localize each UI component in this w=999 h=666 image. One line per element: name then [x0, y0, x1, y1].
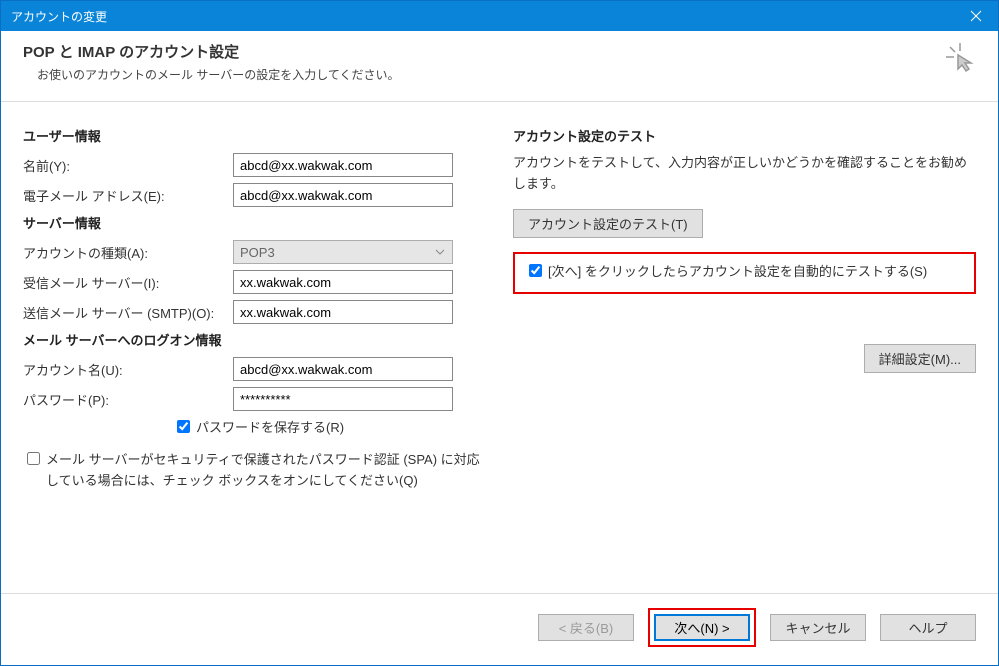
test-description: アカウントをテストして、入力内容が正しいかどうかを確認することをお勧めします。: [513, 153, 976, 195]
password-input[interactable]: [233, 387, 453, 411]
left-column: ユーザー情報 名前(Y): 電子メール アドレス(E): サーバー情報 アカウン…: [23, 120, 483, 583]
test-settings-button[interactable]: アカウント設定のテスト(T): [513, 209, 703, 238]
account-type-select: POP3: [233, 240, 453, 264]
chevron-down-icon: [432, 244, 448, 260]
auto-test-highlight: [次へ] をクリックしたらアカウント設定を自動的にテストする(S): [513, 252, 976, 295]
save-password-row: パスワードを保存する(R): [173, 417, 483, 436]
label-password: パスワード(P):: [23, 390, 233, 409]
back-button: < 戻る(B): [538, 614, 634, 641]
name-input[interactable]: [233, 153, 453, 177]
spa-label: メール サーバーがセキュリティで保護されたパスワード認証 (SPA) に対応して…: [46, 450, 483, 492]
right-column: アカウント設定のテスト アカウントをテストして、入力内容が正しいかどうかを確認す…: [513, 120, 976, 583]
header-subtitle: お使いのアカウントのメール サーバーの設定を入力してください。: [37, 66, 400, 83]
dialog-content: ユーザー情報 名前(Y): 電子メール アドレス(E): サーバー情報 アカウン…: [1, 102, 998, 593]
window-title: アカウントの変更: [11, 8, 107, 25]
spa-row: メール サーバーがセキュリティで保護されたパスワード認証 (SPA) に対応して…: [23, 450, 483, 492]
section-logon-info: メール サーバーへのログオン情報: [23, 330, 483, 349]
save-password-checkbox[interactable]: [177, 420, 190, 433]
account-type-value: POP3: [240, 245, 275, 260]
save-password-label: パスワードを保存する(R): [196, 417, 344, 436]
close-icon: [970, 10, 982, 22]
cancel-button[interactable]: キャンセル: [770, 614, 866, 641]
details-button[interactable]: 詳細設定(M)...: [864, 344, 976, 373]
next-button-highlight: 次へ(N) >: [648, 608, 756, 647]
account-name-input[interactable]: [233, 357, 453, 381]
next-button[interactable]: 次へ(N) >: [654, 614, 750, 641]
auto-test-label: [次へ] をクリックしたらアカウント設定を自動的にテストする(S): [548, 262, 927, 283]
dialog-header: POP と IMAP のアカウント設定 お使いのアカウントのメール サーバーの設…: [1, 31, 998, 102]
spa-checkbox[interactable]: [27, 452, 40, 465]
email-input[interactable]: [233, 183, 453, 207]
label-name: 名前(Y):: [23, 156, 233, 175]
outgoing-server-input[interactable]: [233, 300, 453, 324]
account-change-dialog: アカウントの変更 POP と IMAP のアカウント設定 お使いのアカウントのメ…: [0, 0, 999, 666]
auto-test-checkbox[interactable]: [529, 264, 542, 277]
header-title: POP と IMAP のアカウント設定: [23, 41, 400, 62]
label-outgoing: 送信メール サーバー (SMTP)(O):: [23, 303, 233, 322]
label-account-name: アカウント名(U):: [23, 360, 233, 379]
section-user-info: ユーザー情報: [23, 126, 483, 145]
close-button[interactable]: [953, 1, 998, 31]
help-button[interactable]: ヘルプ: [880, 614, 976, 641]
incoming-server-input[interactable]: [233, 270, 453, 294]
dialog-footer: < 戻る(B) 次へ(N) > キャンセル ヘルプ: [1, 593, 998, 665]
titlebar: アカウントの変更: [1, 1, 998, 31]
section-test: アカウント設定のテスト: [513, 126, 976, 145]
label-email: 電子メール アドレス(E):: [23, 186, 233, 205]
cursor-decorative-icon: [944, 41, 976, 78]
label-incoming: 受信メール サーバー(I):: [23, 273, 233, 292]
section-server-info: サーバー情報: [23, 213, 483, 232]
label-account-type: アカウントの種類(A):: [23, 243, 233, 262]
